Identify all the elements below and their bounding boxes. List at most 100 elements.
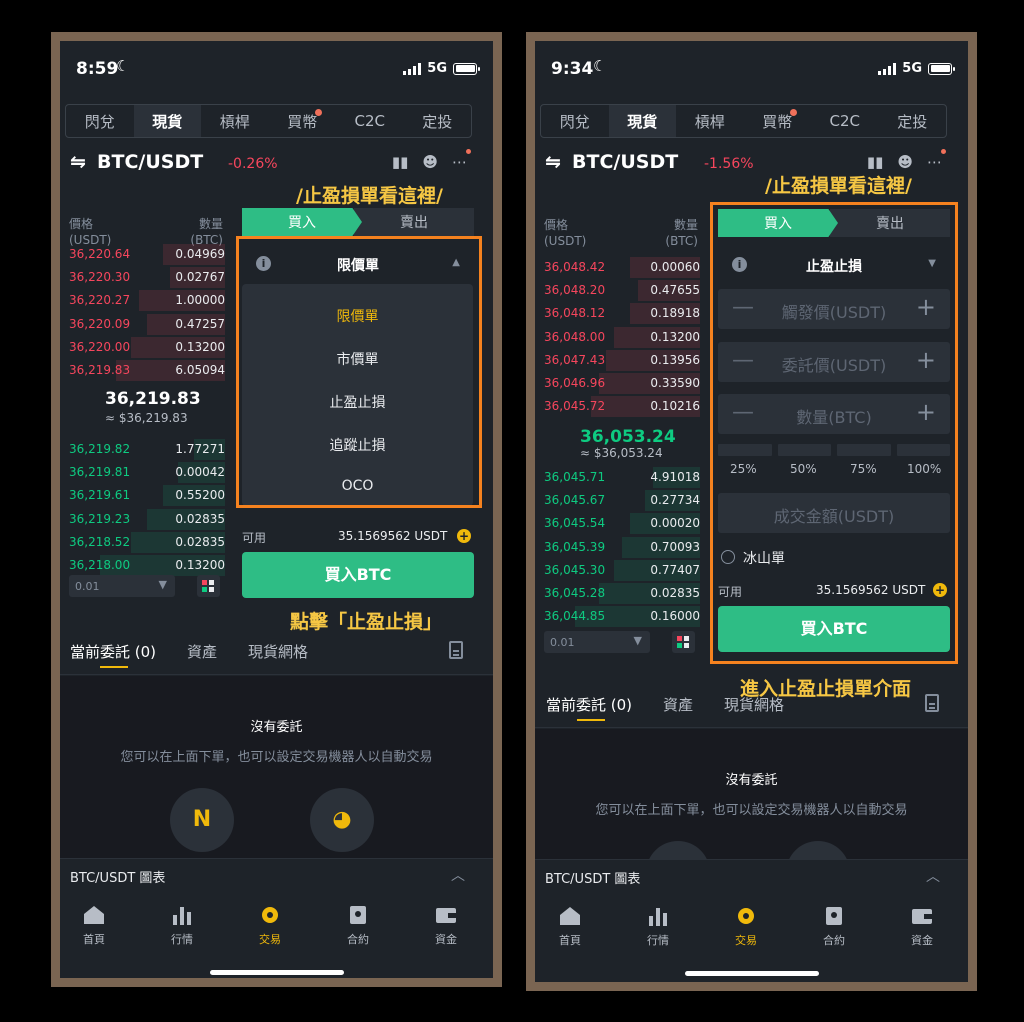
chart-bar[interactable]: BTC/USDT 圖表 ︿ xyxy=(60,858,493,892)
swap-icon[interactable]: ⇋ xyxy=(70,151,86,173)
tab-open-orders[interactable]: 當前委託 (0) xyxy=(70,641,156,662)
tab-assets[interactable]: 資產 xyxy=(187,641,217,662)
bid-row[interactable]: 36,044.85 0.16000 xyxy=(544,605,700,628)
annotation-right-top: /止盈損單看這裡/ xyxy=(765,175,912,197)
bid-row[interactable]: 36,218.52 0.02835 xyxy=(69,531,225,554)
candle-icon[interactable]: ▮▮ xyxy=(867,153,884,171)
nav-futures[interactable]: 合約 xyxy=(804,894,864,954)
ask-row[interactable]: 36,219.83 6.05094 xyxy=(69,359,225,382)
nav-wallet[interactable]: 資金 xyxy=(892,894,952,954)
pie-bot-icon[interactable] xyxy=(786,841,850,859)
buy-button[interactable]: 買入BTC xyxy=(242,552,474,598)
bid-row[interactable]: 36,045.71 4.91018 xyxy=(544,466,700,489)
plus-icon[interactable]: + xyxy=(457,529,471,543)
tab-margin[interactable]: 槓桿 xyxy=(201,105,269,137)
candle-icon[interactable]: ▮▮ xyxy=(392,153,409,171)
ask-row[interactable]: 36,220.09 0.47257 xyxy=(69,313,225,336)
last-price-fiat: ≈ $36,053.24 xyxy=(580,446,663,460)
ask-row[interactable]: 36,048.00 0.13200 xyxy=(544,326,700,349)
bid-row[interactable]: 36,045.39 0.70093 xyxy=(544,536,700,559)
tab-margin[interactable]: 槓桿 xyxy=(676,105,744,137)
tab-convert[interactable]: 閃兌 xyxy=(541,105,609,137)
status-time: 9:34 xyxy=(551,59,594,79)
bid-row[interactable]: 36,219.82 1.77271 xyxy=(69,438,225,461)
nav-home[interactable]: 首頁 xyxy=(540,894,600,954)
ask-row[interactable]: 36,048.12 0.18918 xyxy=(544,302,700,325)
no-orders-title: 沒有委託 xyxy=(725,773,778,788)
bid-row[interactable]: 36,219.61 0.55200 xyxy=(69,484,225,507)
document-icon[interactable] xyxy=(449,641,463,659)
chart-bar[interactable]: BTC/USDT 圖表 ︿ xyxy=(535,859,968,893)
orderbook-mode-icon[interactable] xyxy=(672,631,695,653)
ask-row[interactable]: 36,047.43 0.13956 xyxy=(544,349,700,372)
tab-c2c[interactable]: C2C xyxy=(336,105,404,137)
nav-home[interactable]: 首頁 xyxy=(64,893,124,953)
grid-bot-icon[interactable]: N xyxy=(170,788,234,852)
pair-name[interactable]: BTC/USDT xyxy=(572,151,678,173)
bot-icon[interactable]: ☻ xyxy=(897,153,913,171)
row-qty: 0.77407 xyxy=(650,562,700,577)
ask-row[interactable]: 36,048.20 0.47655 xyxy=(544,279,700,302)
ask-row[interactable]: 36,045.72 0.10216 xyxy=(544,395,700,418)
bid-row[interactable]: 36,045.28 0.02835 xyxy=(544,582,700,605)
bot-icon[interactable]: ☻ xyxy=(422,153,438,171)
nav-markets[interactable]: 行情 xyxy=(628,894,688,954)
tab-auto-invest[interactable]: 定投 xyxy=(404,105,472,137)
tab-spot-grid[interactable]: 現貨網格 xyxy=(248,641,308,662)
highlight-box-dropdown xyxy=(236,236,482,508)
pair-name[interactable]: BTC/USDT xyxy=(97,151,203,173)
bid-row[interactable]: 36,045.30 0.77407 xyxy=(544,559,700,582)
bid-row[interactable]: 36,218.00 0.13200 xyxy=(69,554,225,577)
tab-open-orders[interactable]: 當前委託 (0) xyxy=(546,694,632,715)
row-price: 36,220.09 xyxy=(69,316,131,331)
row-price: 36,048.12 xyxy=(544,306,606,321)
nav-wallet[interactable]: 資金 xyxy=(416,893,476,953)
orderbook-mode-icon[interactable] xyxy=(197,575,220,597)
nav-futures[interactable]: 合約 xyxy=(328,893,388,953)
caret-icon: ▼ xyxy=(158,578,167,591)
ask-row[interactable]: 36,220.00 0.13200 xyxy=(69,336,225,359)
ask-row[interactable]: 36,048.42 0.00060 xyxy=(544,256,700,279)
nav-trade[interactable]: 交易 xyxy=(240,893,300,953)
nav-markets[interactable]: 行情 xyxy=(152,893,212,953)
tab-assets[interactable]: 資產 xyxy=(663,694,693,715)
depth-select[interactable]: 0.01 ▼ xyxy=(69,575,175,597)
tab-buy-crypto[interactable]: 買幣 xyxy=(269,105,337,137)
ask-row[interactable]: 36,220.30 0.02767 xyxy=(69,266,225,289)
pie-bot-icon[interactable]: ◕ xyxy=(310,788,374,852)
notification-dot xyxy=(941,149,946,154)
left-phone-frame: 8:59 ☾ 5G 閃兌 現貨 槓桿 買幣 C2C 定投 ⇋ BTC/USDT … xyxy=(51,32,502,987)
grid-bot-icon[interactable] xyxy=(646,841,710,859)
ask-row[interactable]: 36,220.27 1.00000 xyxy=(69,289,225,312)
ask-row[interactable]: 36,046.96 0.33590 xyxy=(544,372,700,395)
tab-c2c[interactable]: C2C xyxy=(811,105,879,137)
more-icon[interactable]: ⋯ xyxy=(452,153,467,171)
row-price: 36,219.83 xyxy=(69,363,131,377)
depth-select[interactable]: 0.01 ▼ xyxy=(544,631,650,653)
nav-trade[interactable]: 交易 xyxy=(716,894,776,954)
network-label: 5G xyxy=(902,61,922,76)
tab-auto-invest[interactable]: 定投 xyxy=(879,105,947,137)
row-price: 36,048.00 xyxy=(544,329,606,344)
buy-tab[interactable]: 買入 xyxy=(242,208,362,236)
tab-convert[interactable]: 閃兌 xyxy=(66,105,134,137)
tab-spot[interactable]: 現貨 xyxy=(608,105,676,137)
more-icon[interactable]: ⋯ xyxy=(927,153,942,171)
row-qty: 0.27734 xyxy=(650,493,700,508)
bid-row[interactable]: 36,219.23 0.02835 xyxy=(69,508,225,531)
row-qty: 0.02835 xyxy=(175,511,225,526)
row-price: 36,045.28 xyxy=(544,586,606,600)
chart-bar-title: BTC/USDT 圖表 xyxy=(545,872,641,887)
ask-row[interactable]: 36,220.64 0.04969 xyxy=(69,243,225,266)
bid-row[interactable]: 36,045.54 0.00020 xyxy=(544,512,700,535)
bid-row[interactable]: 36,219.81 0.00042 xyxy=(69,461,225,484)
swap-icon[interactable]: ⇋ xyxy=(545,151,561,173)
empty-orders: 沒有委託 您可以在上面下單，也可以設定交易機器人以自動交易 xyxy=(535,729,968,859)
sell-tab[interactable]: 賣出 xyxy=(354,208,474,236)
tab-buy-crypto[interactable]: 買幣 xyxy=(744,105,812,137)
document-icon[interactable] xyxy=(925,694,939,712)
tab-spot[interactable]: 現貨 xyxy=(133,105,201,137)
row-qty: 0.33590 xyxy=(650,376,700,390)
bid-row[interactable]: 36,045.67 0.27734 xyxy=(544,489,700,512)
row-qty: 0.13200 xyxy=(650,329,700,344)
